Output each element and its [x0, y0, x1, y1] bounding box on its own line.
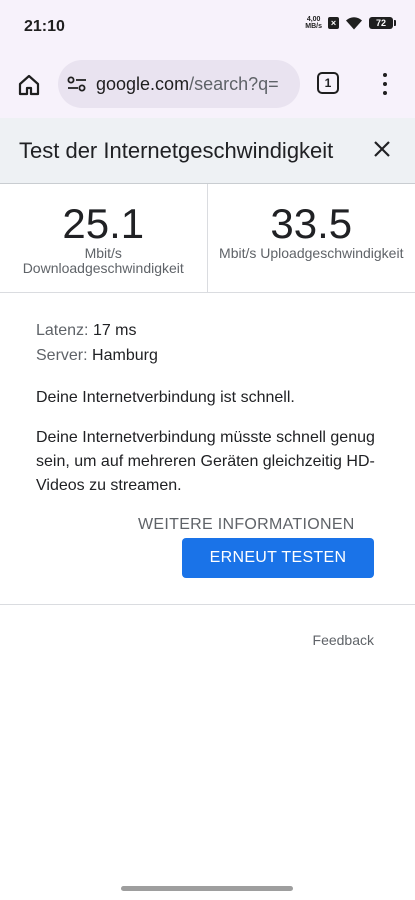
status-icons: 4,00 MB/s × 72 [305, 16, 396, 30]
speed-results: 25.1 Mbit/s Downloadgeschwindigkeit 33.5… [0, 184, 415, 293]
network-speed-unit: MB/s [305, 23, 322, 30]
x-icon: × [328, 17, 339, 29]
more-info-link[interactable]: WEITERE INFORMATIONEN [138, 516, 355, 534]
download-unit: Mbit/s [84, 245, 122, 261]
upload-label: Mbit/s Uploadgeschwindigkeit [219, 245, 404, 261]
url-host: google.com [96, 73, 190, 94]
more-menu-dot [383, 91, 387, 95]
server-value: Hamburg [92, 347, 158, 364]
server-label: Server: [36, 347, 88, 364]
feedback-link[interactable]: Feedback [313, 632, 374, 648]
close-button[interactable] [369, 136, 395, 162]
tab-count-label: 1 [324, 76, 332, 90]
more-menu-button[interactable] [377, 70, 393, 98]
download-result: 25.1 Mbit/s Downloadgeschwindigkeit [0, 184, 208, 292]
site-settings-icon [67, 76, 86, 92]
upload-result: 33.5 Mbit/s Uploadgeschwindigkeit [208, 184, 415, 292]
latency-line: Latenz: 17 ms [36, 318, 376, 343]
status-bar: 21:10 4,00 MB/s × 72 [0, 0, 415, 56]
url-bar[interactable]: google.com/search?q= [58, 60, 300, 108]
tab-switcher-button[interactable]: 1 [317, 72, 339, 94]
result-description: Deine Internetverbindung müsste schnell … [36, 429, 375, 494]
more-menu-dot [383, 73, 387, 77]
latency-label: Latenz: [36, 322, 89, 339]
latency-value: 17 ms [92, 322, 137, 339]
network-speed-indicator: 4,00 MB/s [305, 16, 322, 30]
home-icon [18, 74, 40, 96]
url-path: /search?q= [189, 73, 279, 94]
retest-button[interactable]: ERNEUT TESTEN [182, 538, 374, 578]
test-details: Latenz: 17 ms Server: Hamburg Deine Inte… [36, 318, 376, 498]
divider [0, 604, 415, 605]
upload-speed-value: 33.5 [270, 200, 353, 247]
panel-title: Test der Internetgeschwindigkeit [19, 138, 334, 163]
site-settings-button[interactable] [66, 73, 88, 95]
download-speed-value: 25.1 [62, 200, 145, 247]
server-line: Server: Hamburg [36, 343, 376, 368]
wifi-icon [346, 17, 362, 30]
battery-level: 72 [375, 18, 386, 28]
url-text: google.com/search?q= [96, 74, 279, 95]
home-button[interactable] [14, 70, 44, 100]
status-time: 21:10 [24, 18, 65, 35]
network-speed-value: 4,00 [306, 16, 321, 23]
result-summary: Deine Internetverbindung ist schnell. [36, 389, 295, 406]
battery-icon: 72 [369, 17, 396, 29]
panel-header: Test der Internetgeschwindigkeit [0, 118, 415, 184]
browser-toolbar: google.com/search?q= 1 [0, 56, 415, 118]
more-menu-dot [383, 82, 387, 86]
gesture-nav-handle[interactable] [121, 886, 293, 891]
close-icon [374, 141, 390, 157]
download-label: Downloadgeschwindigkeit [22, 260, 184, 276]
